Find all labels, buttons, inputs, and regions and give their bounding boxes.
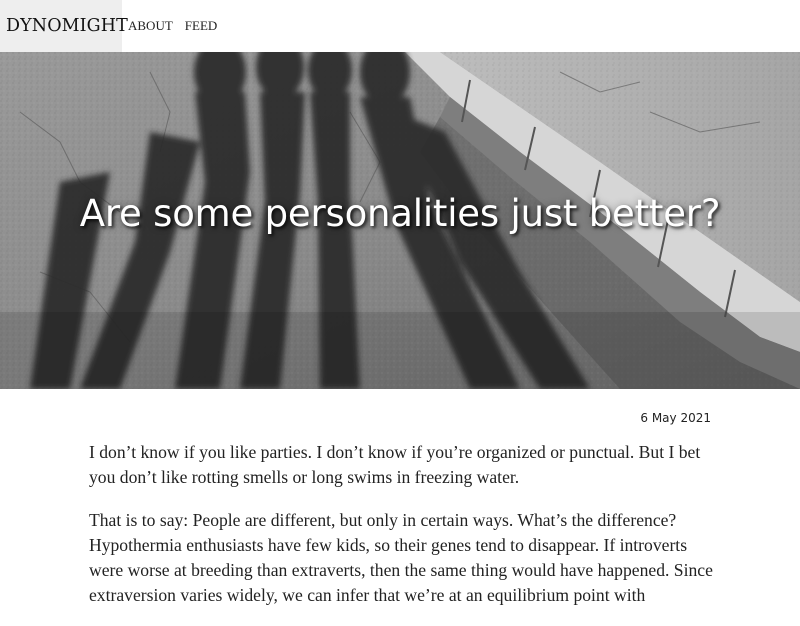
- hero-banner: Are some personalities just better?: [0, 52, 800, 389]
- nav-link-feed[interactable]: FEED: [179, 0, 224, 52]
- top-navigation: DYNOMIGHT ABOUT FEED: [0, 0, 800, 52]
- paragraph: I don’t know if you like parties. I don’…: [89, 442, 701, 487]
- article-body: I don’t know if you like parties. I don’…: [89, 440, 713, 626]
- paragraph: That is to say: People are different, bu…: [89, 510, 713, 605]
- page-title: Are some personalities just better?: [79, 192, 721, 235]
- nav-link-about[interactable]: ABOUT: [122, 0, 179, 52]
- site-logo-link[interactable]: DYNOMIGHT: [0, 0, 128, 52]
- post-date: 6 May 2021: [640, 411, 711, 425]
